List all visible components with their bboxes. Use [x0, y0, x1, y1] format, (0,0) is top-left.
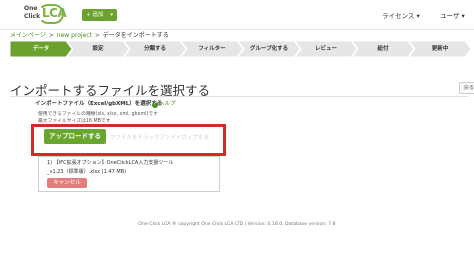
wizard-step-4[interactable]: フィルター	[181, 41, 243, 57]
wizard-step-label: フィルター	[198, 46, 226, 52]
license-menu[interactable]: ライセンス ▾	[382, 10, 420, 20]
import-wizard-steps: データ 設定 分類する フィルター グループ化する レビュー 紐付 更新中	[10, 41, 474, 57]
cancel-button[interactable]: キャンセル	[47, 178, 87, 188]
help-link[interactable]: ? ヘルプ	[152, 99, 176, 108]
add-button[interactable]: + 追加 ▾	[82, 9, 117, 21]
breadcrumb-main-page[interactable]: メインページ	[10, 32, 46, 39]
logo-text-lca: LCA	[42, 6, 67, 20]
breadcrumb-separator: >	[94, 32, 100, 39]
logo-text-click: Click	[24, 13, 41, 20]
wizard-step-3[interactable]: 分類する	[124, 41, 186, 57]
wizard-step-label: 紐付	[377, 46, 389, 52]
top-navbar: One Click LCA + 追加 ▾ ライセンス ▾ ユーザ ▾	[0, 0, 474, 30]
wizard-step-7[interactable]: 紐付	[352, 41, 414, 57]
wizard-step-label: グループ化する	[249, 46, 289, 52]
wizard-step-5[interactable]: グループ化する	[238, 41, 300, 57]
wizard-step-label: データ	[32, 46, 50, 52]
breadcrumb-separator: >	[48, 32, 54, 39]
wizard-step-label: 分類する	[143, 46, 166, 52]
wizard-step-label: 更新中	[431, 46, 449, 52]
wizard-step-2[interactable]: 設定	[67, 41, 129, 57]
oneclicklca-logo[interactable]: One Click LCA	[24, 4, 67, 25]
user-menu-label: ユーザ	[440, 12, 460, 20]
highlight-frame	[31, 124, 226, 156]
wizard-step-6[interactable]: レビュー	[295, 41, 357, 57]
breadcrumb: メインページ > new project > データをインポートする	[10, 30, 169, 39]
add-button-label: + 追加	[86, 12, 104, 18]
breadcrumb-current: データをインポートする	[102, 32, 169, 39]
wizard-step-8[interactable]: 更新中	[409, 41, 471, 57]
question-icon: ?	[152, 102, 158, 108]
file-name-line2: _v1.23（標準版）.xlsx (1.47 MB)	[47, 169, 127, 175]
user-menu[interactable]: ユーザ ▾	[440, 10, 465, 20]
back-button[interactable]: 戻る	[459, 82, 474, 94]
import-file-label: インポートファイル（Excel/gbXML）を選択する	[35, 101, 163, 107]
breadcrumb-project[interactable]: new project	[57, 32, 92, 39]
file-types-hint: 使用できるファイルの種類(xls, xlsx, xml, gbxml)です	[38, 112, 158, 117]
logo-text-one: One	[24, 5, 38, 12]
help-link-label: ヘルプ	[159, 101, 176, 107]
title-divider	[10, 96, 468, 97]
chevron-down-icon: ▾	[416, 12, 420, 20]
wizard-step-1[interactable]: データ	[10, 41, 72, 57]
file-name-line1: 1) 【IFC拡張オプション】OneClickLCA入力支援ツール	[47, 160, 174, 166]
chevron-down-icon: ▾	[461, 12, 465, 20]
wizard-step-label: レビュー	[314, 46, 337, 52]
chevron-down-icon: ▾	[110, 12, 113, 18]
wizard-step-label: 設定	[92, 46, 104, 52]
license-menu-label: ライセンス	[382, 12, 415, 20]
file-size-hint: 最大ファイルサイズは16 MBです	[38, 119, 111, 124]
footer-copyright: One Click LCA ® copyright One Click LCA …	[138, 222, 336, 227]
